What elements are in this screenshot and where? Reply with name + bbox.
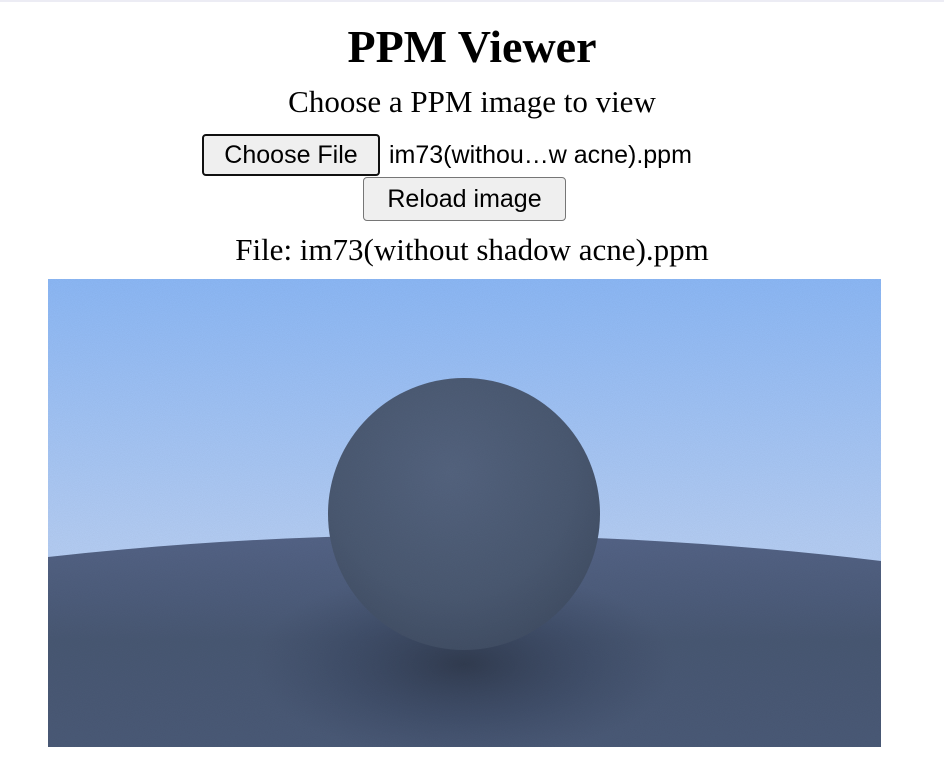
page-subtitle: Choose a PPM image to view [288, 84, 656, 119]
reload-image-button[interactable]: Reload image [363, 177, 566, 221]
top-divider [0, 0, 944, 2]
file-input-row: Choose File im73(withou…w acne).ppm [202, 134, 692, 176]
selected-file-name: im73(withou…w acne).ppm [389, 140, 692, 169]
choose-file-button[interactable]: Choose File [202, 134, 380, 176]
noise-overlay [48, 279, 881, 747]
file-name-label: File: im73(without shadow acne).ppm [235, 232, 709, 267]
rendered-scene [48, 279, 881, 747]
page-title: PPM Viewer [347, 21, 597, 72]
ppm-image-canvas [48, 279, 881, 747]
